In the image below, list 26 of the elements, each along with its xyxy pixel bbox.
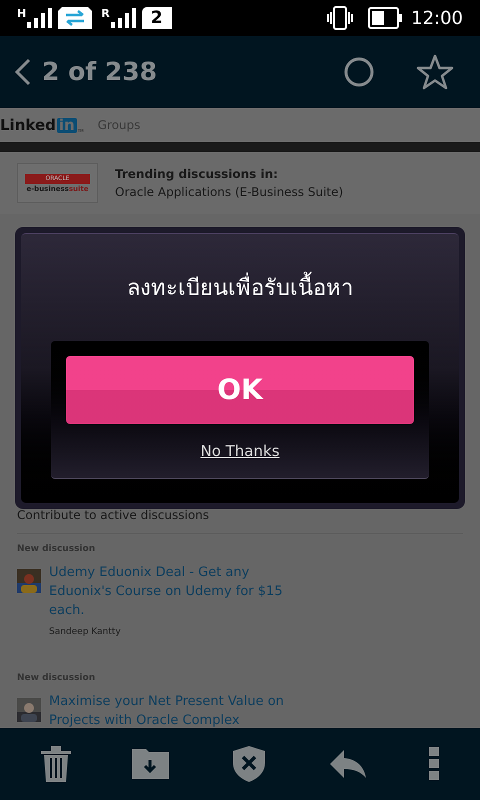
trending-label: Trending discussions in: (115, 166, 279, 183)
ok-button[interactable]: OK (66, 356, 414, 424)
signal-icon (110, 8, 137, 28)
battery-icon (368, 7, 402, 29)
author-name: Sandeep Kantty (49, 626, 122, 638)
discussion-link[interactable]: Maximise your Net Present Value on Projects with Oracle Complex (49, 692, 289, 728)
message-counter: 2 of 238 (42, 56, 158, 88)
vibrate-icon (325, 6, 356, 30)
star-icon[interactable] (416, 54, 454, 90)
clock: 12:00 (411, 6, 463, 30)
signal-icon (27, 8, 54, 28)
reply-icon[interactable] (328, 748, 368, 780)
group-name: Oracle Applications (E-Business Suite) (115, 184, 344, 201)
network-type-label: R (101, 8, 110, 19)
trash-icon[interactable] (40, 745, 71, 783)
no-thanks-link[interactable]: No Thanks (200, 440, 280, 462)
sim-badge: 2 (142, 7, 172, 29)
circle-icon[interactable] (344, 57, 374, 87)
shield-close-icon[interactable] (230, 745, 267, 783)
data-transfer-icon (58, 7, 92, 29)
dialog-title: ลงทะเบียนเพื่อรับเนื้อหา (127, 274, 353, 304)
more-icon[interactable] (429, 747, 440, 781)
back-button[interactable] (14, 58, 32, 86)
folder-download-icon[interactable] (132, 747, 170, 781)
network-type-label: H (17, 8, 26, 19)
discussion-link[interactable]: Udemy Eduonix Deal - Get any Eduonix's Course on Udemy for $15 each. (49, 562, 289, 620)
